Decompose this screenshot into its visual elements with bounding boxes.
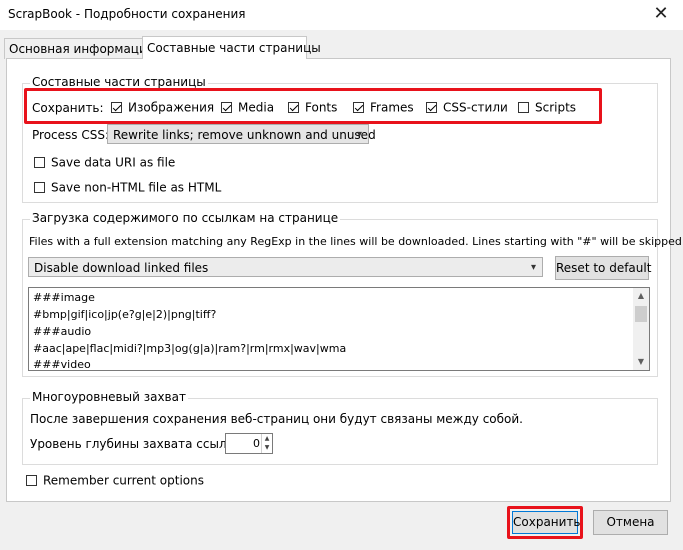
- checkbox-label: Save non-HTML file as HTML: [51, 180, 222, 195]
- checkbox-css[interactable]: CSS-стили: [426, 100, 508, 115]
- tab-panel: Составные части страницы Сохранить: Изоб…: [6, 58, 683, 502]
- title-bar: ScrapBook - Подробности сохранения ✕: [0, 0, 683, 30]
- process-css-value: Rewrite links; remove unknown and unused: [113, 128, 376, 142]
- regexp-line: ###image: [33, 291, 95, 304]
- dialog-window: ScrapBook - Подробности сохранения ✕ Осн…: [0, 0, 683, 550]
- checkbox-label: Media: [238, 100, 275, 115]
- save-components-label: Сохранить:: [32, 101, 104, 115]
- checkbox-box[interactable]: [221, 102, 232, 113]
- multilevel-description: После завершения сохранения веб-страниц …: [30, 412, 523, 426]
- reset-default-button[interactable]: Reset to default: [555, 256, 651, 280]
- checkbox-label: Save data URI as file: [51, 155, 176, 170]
- components-group: Составные части страницы Сохранить: Изоб…: [22, 75, 658, 203]
- linked-description: Files with a full extension matching any…: [29, 235, 683, 248]
- linked-legend: Загрузка содержимого по ссылкам на стран…: [30, 211, 341, 225]
- checkbox-save-data-uri[interactable]: Save data URI as file: [34, 155, 175, 170]
- checkbox-frames[interactable]: Frames: [353, 100, 414, 115]
- multilevel-legend: Многоуровневый захват: [30, 390, 188, 404]
- textarea-scrollbar[interactable]: ▲ ▼: [633, 288, 649, 370]
- tab-basic-info[interactable]: Основная информация: [4, 38, 154, 59]
- checkbox-images[interactable]: Изображения: [111, 100, 214, 115]
- tab-page-components[interactable]: Составные части страницы: [142, 36, 321, 59]
- depth-label: Уровень глубины захвата ссылок:: [30, 437, 246, 451]
- depth-spinner[interactable]: 0 ▲ ▼: [225, 433, 273, 454]
- checkbox-label: Fonts: [305, 100, 338, 115]
- checkbox-box[interactable]: [34, 157, 45, 168]
- checkbox-box[interactable]: [26, 475, 37, 486]
- checkbox-label: Remember current options: [43, 473, 204, 488]
- linked-download-select[interactable]: Disable download linked files ▾: [28, 257, 543, 277]
- linked-content-group: Загрузка содержимого по ссылкам на стран…: [22, 211, 683, 377]
- checkbox-box[interactable]: [288, 102, 299, 113]
- close-icon[interactable]: ✕: [649, 2, 673, 26]
- multilevel-group: Многоуровневый захват После завершения с…: [22, 390, 658, 465]
- scroll-up-icon[interactable]: ▲: [633, 288, 649, 304]
- checkbox-fonts[interactable]: Fonts: [288, 100, 337, 115]
- checkbox-scripts[interactable]: Scripts: [518, 100, 576, 115]
- scroll-thumb[interactable]: [635, 306, 647, 322]
- checkbox-media[interactable]: Media: [221, 100, 274, 115]
- checkbox-box[interactable]: [353, 102, 364, 113]
- cancel-button[interactable]: Отмена: [593, 510, 668, 535]
- checkbox-box[interactable]: [111, 102, 122, 113]
- regexp-line: #aac|ape|flac|midi?|mp3|og(g|a)|ram?|rm|…: [33, 342, 347, 355]
- linked-download-value: Disable download linked files: [34, 261, 209, 275]
- components-legend: Составные части страницы: [30, 75, 208, 89]
- regexp-line: ###audio: [33, 325, 92, 338]
- checkbox-remember-options[interactable]: Remember current options: [26, 473, 204, 488]
- checkbox-save-non-html[interactable]: Save non-HTML file as HTML: [34, 180, 221, 195]
- regexp-line: #bmp|gif|ico|jp(e?g|e|2)|png|tiff?: [33, 308, 217, 321]
- regexp-textarea[interactable]: ###image #bmp|gif|ico|jp(e?g|e|2)|png|ti…: [28, 287, 650, 371]
- checkbox-label: Изображения: [128, 100, 215, 115]
- window-title: ScrapBook - Подробности сохранения: [8, 7, 246, 21]
- chevron-down-icon: ▾: [530, 262, 536, 273]
- spinner-arrows-icon[interactable]: ▲ ▼: [261, 434, 272, 453]
- scroll-down-icon[interactable]: ▼: [633, 354, 649, 370]
- checkbox-label: CSS-стили: [443, 100, 508, 115]
- process-css-select[interactable]: Rewrite links; remove unknown and unused…: [107, 124, 376, 144]
- tab-label: Составные части страницы: [147, 41, 321, 55]
- regexp-line: ###video: [33, 358, 91, 371]
- depth-value: 0: [253, 437, 260, 450]
- chevron-down-icon: ▾: [356, 129, 362, 140]
- checkbox-label: Frames: [370, 100, 414, 115]
- process-css-label: Process CSS:: [32, 128, 109, 142]
- tab-label: Основная информация: [9, 42, 154, 56]
- checkbox-box[interactable]: [518, 102, 529, 113]
- save-button[interactable]: Сохранить: [512, 511, 581, 534]
- checkbox-box[interactable]: [34, 182, 45, 193]
- checkbox-box[interactable]: [426, 102, 437, 113]
- checkbox-label: Scripts: [535, 100, 577, 115]
